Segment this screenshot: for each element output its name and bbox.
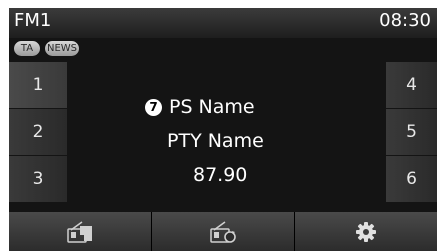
preset-button-2[interactable]: 2 [9, 109, 67, 155]
preset-button-4[interactable]: 4 [386, 62, 437, 108]
frequency: 87.90 [193, 164, 248, 186]
ps-name: PS Name [169, 96, 255, 118]
gear-icon [356, 221, 376, 242]
ta-badge: TA [14, 41, 40, 56]
preset-column-right: 4 5 6 [386, 62, 437, 203]
settings-button[interactable] [295, 212, 437, 251]
radio-scan-icon [210, 220, 236, 243]
ps-line: 7 PS Name [145, 95, 255, 119]
status-bar: FM1 08:30 [9, 8, 437, 38]
callout-marker: 7 [145, 98, 162, 116]
bottom-bar [9, 212, 437, 251]
preset-button-1[interactable]: 1 [9, 62, 67, 108]
news-badge: NEWS [45, 41, 79, 56]
preset-button-6[interactable]: 6 [386, 156, 437, 202]
clock: 08:30 [379, 10, 431, 31]
station-info: 7 PS Name PTY Name 87.90 [67, 62, 386, 212]
station-list-button[interactable] [9, 212, 151, 251]
pty-name: PTY Name [167, 130, 264, 152]
scan-button[interactable] [152, 212, 294, 251]
radio-screen: FM1 08:30 TA NEWS 1 2 3 7 PS Name PTY Na… [9, 8, 437, 251]
rds-badges: TA NEWS [14, 41, 79, 57]
preset-button-5[interactable]: 5 [386, 109, 437, 155]
preset-column-left: 1 2 3 [9, 62, 67, 203]
band-label: FM1 [14, 10, 52, 31]
preset-button-3[interactable]: 3 [9, 156, 67, 202]
radio-list-icon [67, 220, 92, 243]
